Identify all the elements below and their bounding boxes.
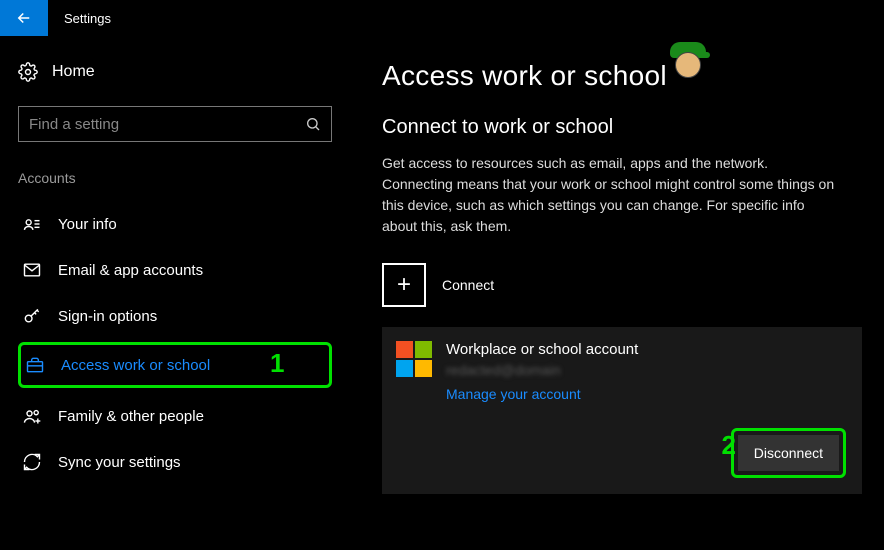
disconnect-button[interactable]: Disconnect: [738, 435, 839, 471]
arrow-left-icon: [15, 9, 33, 27]
sidebar: Home Accounts Your info Email & app acco…: [0, 36, 350, 550]
back-button[interactable]: [0, 0, 48, 36]
nav-label: Your info: [58, 216, 117, 233]
section-description: Get access to resources such as email, a…: [382, 153, 842, 237]
nav-label: Access work or school: [61, 357, 210, 374]
key-icon: [22, 306, 42, 326]
people-icon: [22, 406, 42, 426]
plus-icon: +: [382, 263, 426, 307]
connected-account-card[interactable]: Workplace or school account redacted@dom…: [382, 327, 862, 494]
home-label: Home: [52, 63, 95, 81]
mail-icon: [22, 260, 42, 280]
annotation-frame-2: Disconnect: [731, 428, 846, 478]
search-box[interactable]: [18, 106, 332, 142]
section-title: Connect to work or school: [382, 116, 866, 139]
sidebar-item-your-info[interactable]: Your info: [18, 204, 332, 244]
microsoft-logo-icon: [396, 341, 432, 377]
home-button[interactable]: Home: [18, 58, 332, 86]
sidebar-item-sync-settings[interactable]: Sync your settings: [18, 442, 332, 482]
sync-icon: [22, 452, 42, 472]
page-title: Access work or school: [382, 60, 866, 92]
sidebar-item-family-people[interactable]: Family & other people: [18, 396, 332, 436]
sidebar-item-email-accounts[interactable]: Email & app accounts: [18, 250, 332, 290]
connect-button[interactable]: + Connect: [382, 263, 866, 307]
main-content: Access work or school Connect to work or…: [350, 36, 884, 550]
search-input[interactable]: [29, 116, 305, 133]
account-email: redacted@domain: [446, 362, 638, 378]
annotation-marker-1: 1: [270, 348, 284, 379]
nav-label: Email & app accounts: [58, 262, 203, 279]
nav-label: Family & other people: [58, 408, 204, 425]
nav-label: Sign-in options: [58, 308, 157, 325]
search-icon: [305, 116, 321, 132]
connect-label: Connect: [442, 277, 494, 293]
annotation-frame-1: Access work or school: [18, 342, 332, 388]
title-bar: Settings: [0, 0, 884, 36]
gear-icon: [18, 62, 38, 82]
sidebar-item-signin-options[interactable]: Sign-in options: [18, 296, 332, 336]
nav-label: Sync your settings: [58, 454, 181, 471]
user-card-icon: [22, 214, 42, 234]
account-title: Workplace or school account: [446, 341, 638, 358]
avatar-watermark: [668, 42, 708, 82]
app-title: Settings: [48, 0, 111, 36]
sidebar-section-label: Accounts: [18, 170, 332, 186]
briefcase-icon: [25, 355, 45, 375]
manage-account-link[interactable]: Manage your account: [446, 386, 638, 402]
